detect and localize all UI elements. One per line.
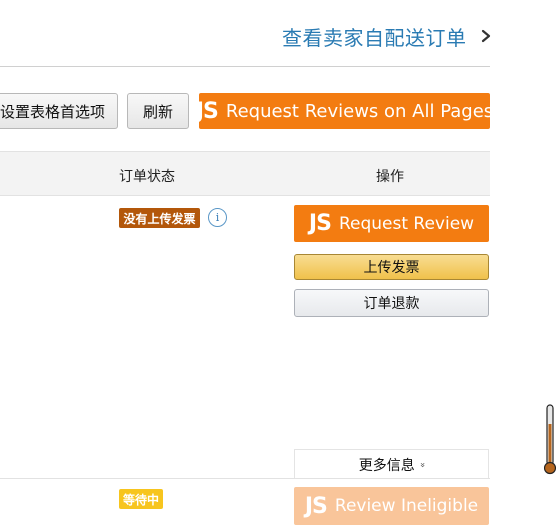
- info-icon[interactable]: i: [208, 208, 227, 227]
- js-logo-icon: JS: [195, 98, 219, 124]
- row-divider: [0, 478, 490, 479]
- more-info-toggle[interactable]: 更多信息 »: [294, 449, 489, 479]
- status-badge-waiting: 等待中: [119, 489, 163, 509]
- refund-order-button[interactable]: 订单退款: [294, 289, 489, 317]
- refresh-label: 刷新: [142, 102, 173, 121]
- review-ineligible-button: JS Review Ineligible: [294, 487, 489, 525]
- divider: [0, 66, 490, 67]
- upload-invoice-button[interactable]: 上传发票: [294, 254, 489, 280]
- chevron-right-icon[interactable]: [480, 29, 492, 43]
- scrollbar-thumb[interactable]: [544, 404, 556, 476]
- status-badge-no-invoice: 没有上传发票: [119, 208, 200, 228]
- upload-invoice-label: 上传发票: [363, 260, 420, 276]
- js-logo-icon: JS: [308, 211, 332, 236]
- request-review-label: Request Review: [338, 213, 475, 234]
- js-logo-icon: JS: [304, 493, 328, 519]
- refresh-button[interactable]: 刷新: [127, 93, 189, 129]
- refund-order-label: 订单退款: [363, 296, 420, 312]
- review-ineligible-label: Review Ineligible: [334, 496, 479, 516]
- column-header-order-status[interactable]: 订单状态: [119, 166, 175, 186]
- request-reviews-all-pages-button[interactable]: JS Request Reviews on All Pages: [195, 93, 494, 129]
- table-preferences-button[interactable]: 设置表格首选项: [0, 93, 118, 129]
- view-seller-fulfilled-orders-link[interactable]: 查看卖家自配送订单: [282, 22, 467, 51]
- table-preferences-label: 设置表格首选项: [0, 102, 105, 121]
- chevron-down-icon: »: [416, 461, 427, 468]
- column-header-actions: 操作: [376, 169, 404, 185]
- table-header: [0, 151, 490, 196]
- request-reviews-all-pages-label: Request Reviews on All Pages: [225, 100, 494, 122]
- request-review-button[interactable]: JS Request Review: [294, 205, 489, 242]
- more-info-label: 更多信息: [358, 457, 415, 474]
